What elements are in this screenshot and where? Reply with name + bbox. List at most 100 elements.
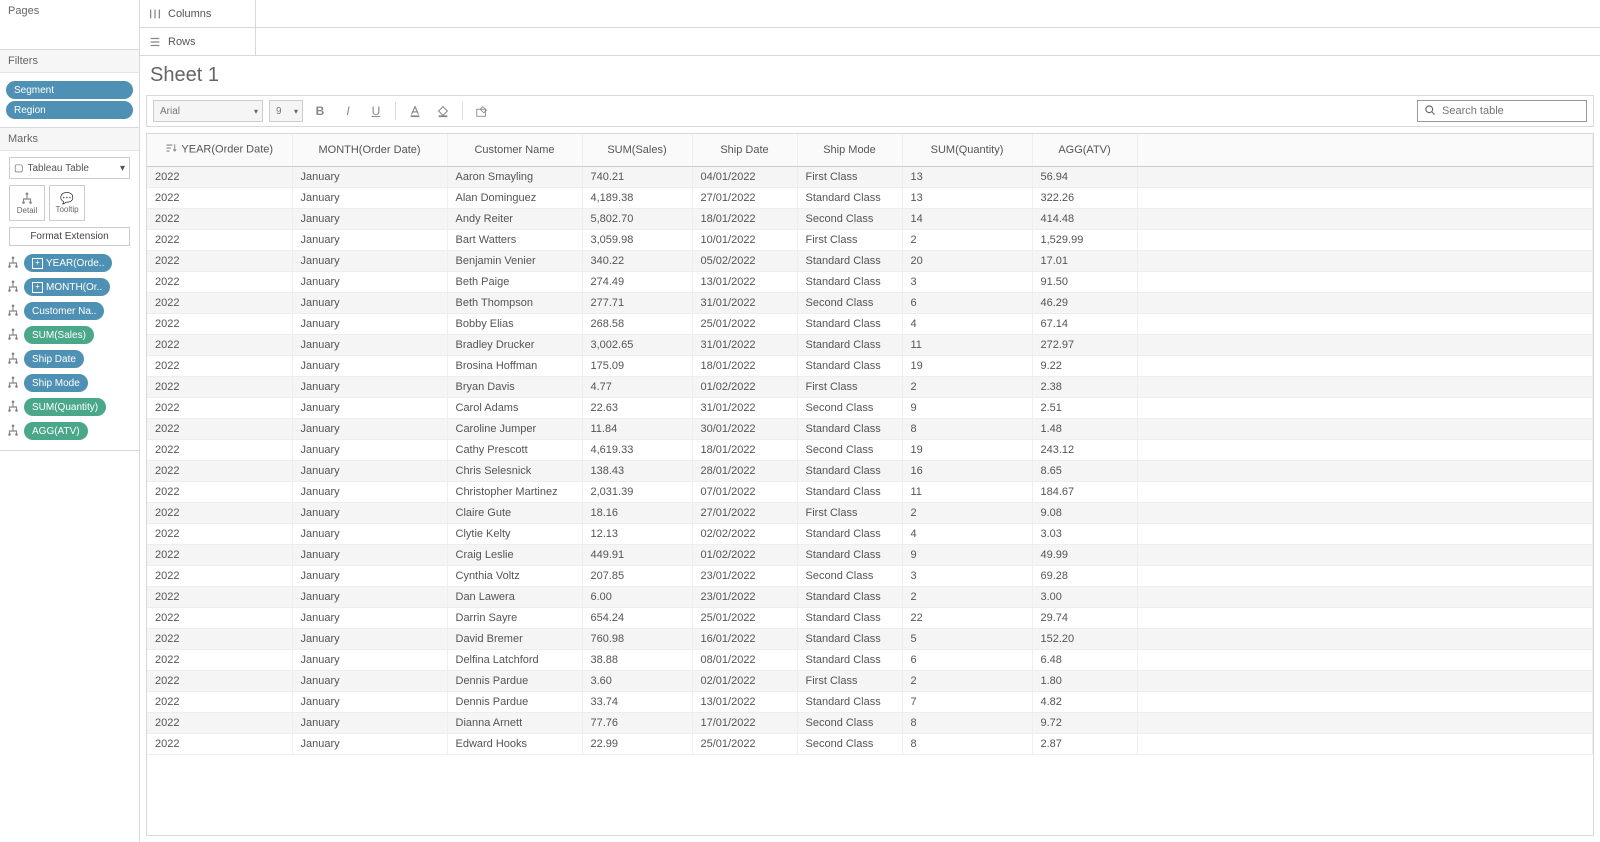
table-row[interactable]: 2022JanuaryBrosina Hoffman175.0918/01/20…	[147, 355, 1593, 376]
fill-color-button[interactable]	[432, 100, 454, 122]
table-cell: 2022	[147, 376, 292, 397]
table-row[interactable]: 2022JanuaryAaron Smayling740.2104/01/202…	[147, 166, 1593, 187]
table-cell: 277.71	[582, 292, 692, 313]
column-header[interactable]: YEAR(Order Date)	[147, 134, 292, 166]
table-cell: 9	[902, 544, 1032, 565]
table-row[interactable]: 2022JanuaryChristopher Martinez2,031.390…	[147, 481, 1593, 502]
table-cell: 2022	[147, 250, 292, 271]
edit-button[interactable]	[471, 100, 493, 122]
table-row[interactable]: 2022JanuaryCynthia Voltz207.8523/01/2022…	[147, 565, 1593, 586]
table-cell: 2022	[147, 523, 292, 544]
table-cell: Standard Class	[797, 523, 902, 544]
table-row[interactable]: 2022JanuaryBryan Davis4.7701/02/2022Firs…	[147, 376, 1593, 397]
text-color-button[interactable]	[404, 100, 426, 122]
table-cell: 3,002.65	[582, 334, 692, 355]
column-header[interactable]: AGG(ATV)	[1032, 134, 1137, 166]
columns-drop[interactable]	[256, 0, 1600, 27]
table-cell: Standard Class	[797, 628, 902, 649]
field-pill[interactable]: SUM(Sales)	[24, 326, 94, 344]
table-cell: 7	[902, 691, 1032, 712]
table-cell: 11.84	[582, 418, 692, 439]
table-cell-empty	[1137, 523, 1593, 544]
hierarchy-icon	[6, 424, 20, 438]
table-cell: Second Class	[797, 712, 902, 733]
table-cell: First Class	[797, 229, 902, 250]
column-header[interactable]: SUM(Quantity)	[902, 134, 1032, 166]
table-cell: 4	[902, 523, 1032, 544]
table-row[interactable]: 2022JanuaryBeth Paige274.4913/01/2022Sta…	[147, 271, 1593, 292]
data-table-wrap[interactable]: YEAR(Order Date)MONTH(Order Date)Custome…	[146, 133, 1594, 836]
table-cell: 2022	[147, 586, 292, 607]
table-cell: 3	[902, 565, 1032, 586]
italic-button[interactable]: I	[337, 100, 359, 122]
column-header-empty	[1137, 134, 1593, 166]
table-row[interactable]: 2022JanuaryBradley Drucker3,002.6531/01/…	[147, 334, 1593, 355]
filter-pill[interactable]: Region	[6, 101, 133, 119]
table-row[interactable]: 2022JanuaryChris Selesnick138.4328/01/20…	[147, 460, 1593, 481]
table-cell: 268.58	[582, 313, 692, 334]
rows-shelf[interactable]: Rows	[140, 28, 1600, 56]
table-cell: Second Class	[797, 733, 902, 754]
table-row[interactable]: 2022JanuaryAndy Reiter5,802.7018/01/2022…	[147, 208, 1593, 229]
underline-button[interactable]: U	[365, 100, 387, 122]
field-pill[interactable]: Ship Date	[24, 350, 84, 368]
font-size-select[interactable]: 9	[269, 100, 303, 122]
format-extension-button[interactable]: Format Extension	[9, 227, 130, 246]
table-cell: 8	[902, 712, 1032, 733]
filter-pill[interactable]: Segment	[6, 81, 133, 99]
field-pill[interactable]: +MONTH(Or..	[24, 278, 110, 296]
column-header[interactable]: MONTH(Order Date)	[292, 134, 447, 166]
bold-button[interactable]: B	[309, 100, 331, 122]
table-row[interactable]: 2022JanuaryBenjamin Venier340.2205/02/20…	[147, 250, 1593, 271]
table-cell: First Class	[797, 502, 902, 523]
table-cell-empty	[1137, 565, 1593, 586]
field-pill[interactable]: AGG(ATV)	[24, 422, 88, 440]
table-row[interactable]: 2022JanuaryDennis Pardue33.7413/01/2022S…	[147, 691, 1593, 712]
field-pill[interactable]: +YEAR(Orde..	[24, 254, 112, 272]
table-row[interactable]: 2022JanuaryDavid Bremer760.9816/01/2022S…	[147, 628, 1593, 649]
rows-drop[interactable]	[256, 28, 1600, 55]
table-row[interactable]: 2022JanuaryClaire Gute18.1627/01/2022Fir…	[147, 502, 1593, 523]
table-row[interactable]: 2022JanuaryDianna Arnett77.7617/01/2022S…	[147, 712, 1593, 733]
table-cell: 2022	[147, 691, 292, 712]
table-row[interactable]: 2022JanuaryDennis Pardue3.6002/01/2022Fi…	[147, 670, 1593, 691]
table-row[interactable]: 2022JanuaryClytie Kelty12.1302/02/2022St…	[147, 523, 1593, 544]
search-input[interactable]	[1442, 105, 1584, 117]
column-header[interactable]: Ship Mode	[797, 134, 902, 166]
table-cell-empty	[1137, 481, 1593, 502]
field-pill[interactable]: Customer Na..	[24, 302, 104, 320]
table-row[interactable]: 2022JanuaryEdward Hooks22.9925/01/2022Se…	[147, 733, 1593, 754]
table-cell: 77.76	[582, 712, 692, 733]
sheet-title: Sheet 1	[140, 56, 1600, 95]
expand-icon[interactable]: +	[32, 282, 43, 293]
detail-button[interactable]: Detail	[9, 185, 45, 221]
table-row[interactable]: 2022JanuaryDarrin Sayre654.2425/01/2022S…	[147, 607, 1593, 628]
column-header[interactable]: Customer Name	[447, 134, 582, 166]
search-box[interactable]	[1417, 100, 1587, 122]
pages-panel[interactable]: Pages	[0, 0, 139, 50]
table-row[interactable]: 2022JanuaryCaroline Jumper11.8430/01/202…	[147, 418, 1593, 439]
table-cell: 449.91	[582, 544, 692, 565]
table-row[interactable]: 2022JanuaryBobby Elias268.5825/01/2022St…	[147, 313, 1593, 334]
marks-type-select[interactable]: ▢ Tableau Table ▾	[9, 157, 130, 179]
column-header[interactable]: SUM(Sales)	[582, 134, 692, 166]
field-pill[interactable]: Ship Mode	[24, 374, 88, 392]
field-pill[interactable]: SUM(Quantity)	[24, 398, 106, 416]
table-row[interactable]: 2022JanuaryBeth Thompson277.7131/01/2022…	[147, 292, 1593, 313]
columns-shelf[interactable]: Columns	[140, 0, 1600, 28]
tooltip-button[interactable]: 💬 Tooltip	[49, 185, 85, 221]
table-cell: 13	[902, 166, 1032, 187]
table-row[interactable]: 2022JanuaryCraig Leslie449.9101/02/2022S…	[147, 544, 1593, 565]
table-cell: 6.00	[582, 586, 692, 607]
expand-icon[interactable]: +	[32, 258, 43, 269]
table-row[interactable]: 2022JanuaryDan Lawera6.0023/01/2022Stand…	[147, 586, 1593, 607]
table-row[interactable]: 2022JanuaryAlan Dominguez4,189.3827/01/2…	[147, 187, 1593, 208]
table-cell: 04/01/2022	[692, 166, 797, 187]
table-row[interactable]: 2022JanuaryDelfina Latchford38.8808/01/2…	[147, 649, 1593, 670]
table-row[interactable]: 2022JanuaryCarol Adams22.6331/01/2022Sec…	[147, 397, 1593, 418]
column-header[interactable]: Ship Date	[692, 134, 797, 166]
table-row[interactable]: 2022JanuaryBart Watters3,059.9810/01/202…	[147, 229, 1593, 250]
font-select[interactable]: Arial	[153, 100, 263, 122]
table-row[interactable]: 2022JanuaryCathy Prescott4,619.3318/01/2…	[147, 439, 1593, 460]
table-cell: Standard Class	[797, 250, 902, 271]
